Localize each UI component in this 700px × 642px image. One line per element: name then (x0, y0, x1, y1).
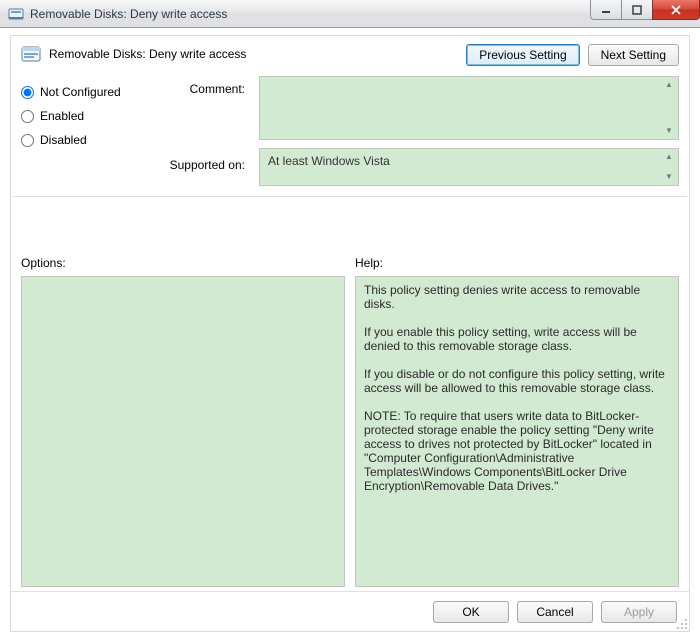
next-setting-button[interactable]: Next Setting (588, 44, 679, 66)
separator (13, 196, 687, 197)
window-title: Removable Disks: Deny write access (30, 7, 227, 21)
radio-disabled-input[interactable] (21, 134, 34, 147)
comment-label: Comment: (165, 82, 245, 152)
radio-not-configured-input[interactable] (21, 86, 34, 99)
radio-disabled[interactable]: Disabled (21, 128, 151, 152)
radio-label: Disabled (40, 133, 87, 147)
radio-enabled[interactable]: Enabled (21, 104, 151, 128)
options-heading: Options: (21, 256, 345, 276)
main-panel: Removable Disks: Deny write access Previ… (10, 35, 690, 632)
config-area: Not Configured Enabled Disabled Comment:… (11, 76, 689, 196)
policy-title: Removable Disks: Deny write access (49, 44, 466, 61)
bottom-area: Options: Help: This policy setting denie… (21, 256, 679, 587)
radio-label: Not Configured (40, 85, 121, 99)
radio-not-configured[interactable]: Not Configured (21, 80, 151, 104)
footer: OK Cancel Apply (11, 591, 689, 631)
maximize-button[interactable] (621, 0, 653, 20)
chevron-down-icon[interactable]: ▼ (661, 126, 677, 136)
comment-scroll[interactable]: ▲ ▼ (661, 78, 677, 138)
apply-button[interactable]: Apply (601, 601, 677, 623)
window-controls (591, 0, 700, 20)
supported-scroll[interactable]: ▲ ▼ (661, 150, 677, 184)
ok-button[interactable]: OK (433, 601, 509, 623)
supported-label: Supported on: (165, 152, 245, 172)
previous-setting-button[interactable]: Previous Setting (466, 44, 579, 66)
supported-field: At least Windows Vista ▲ ▼ (259, 148, 679, 186)
help-pane: Help: This policy setting denies write a… (355, 256, 679, 587)
cancel-button[interactable]: Cancel (517, 601, 593, 623)
state-radios: Not Configured Enabled Disabled (21, 76, 151, 186)
radio-label: Enabled (40, 109, 84, 123)
resize-grip[interactable] (674, 616, 687, 629)
titlebar: Removable Disks: Deny write access (0, 0, 700, 28)
app-icon (8, 6, 24, 22)
fields-col: ▲ ▼ At least Windows Vista ▲ ▼ (259, 76, 679, 186)
close-button[interactable] (652, 0, 700, 20)
policy-icon (21, 44, 41, 64)
help-heading: Help: (355, 256, 679, 276)
chevron-up-icon[interactable]: ▲ (661, 152, 677, 162)
radio-enabled-input[interactable] (21, 110, 34, 123)
chevron-up-icon[interactable]: ▲ (661, 80, 677, 90)
help-body: This policy setting denies write access … (355, 276, 679, 587)
minimize-button[interactable] (590, 0, 622, 20)
supported-value: At least Windows Vista (268, 154, 390, 168)
options-body (21, 276, 345, 587)
labels-col: Comment: Supported on: (165, 76, 245, 186)
chevron-down-icon[interactable]: ▼ (661, 172, 677, 182)
nav-buttons: Previous Setting Next Setting (466, 44, 679, 66)
options-pane: Options: (21, 256, 345, 587)
comment-field[interactable]: ▲ ▼ (259, 76, 679, 140)
header-row: Removable Disks: Deny write access Previ… (11, 36, 689, 76)
